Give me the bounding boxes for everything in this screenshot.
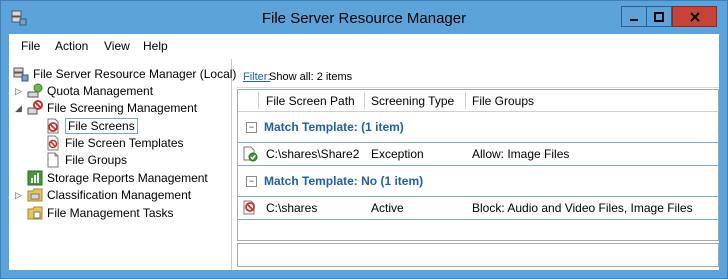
tree-item-root[interactable]: File Server Resource Manager (Local) — [13, 65, 236, 82]
tree-item-file-groups[interactable]: File Groups — [45, 151, 127, 168]
menu-view[interactable]: View — [104, 39, 130, 53]
navigation-tree: File Server Resource Manager (Local) ▷ Q… — [9, 59, 236, 270]
tree-item-label: File Screen Templates — [65, 135, 184, 150]
expand-icon[interactable]: ▷ — [15, 190, 22, 201]
tree-item-file-management-tasks[interactable]: File Management Tasks — [27, 204, 174, 221]
tree-item-label: File Groups — [65, 152, 128, 167]
template-icon — [45, 135, 61, 151]
group-title: Match Template: (1 item) — [264, 120, 404, 134]
group-header[interactable]: − Match Template: No (1 item) — [238, 170, 718, 192]
column-header-file-groups[interactable]: File Groups — [472, 94, 534, 108]
tree-item-file-screening-management[interactable]: File Screening Management — [27, 99, 197, 116]
menu-help[interactable]: Help — [143, 39, 168, 53]
tree-item-label: Classification Management — [47, 187, 192, 202]
group-title: Match Template: No (1 item) — [264, 174, 424, 188]
close-icon — [689, 11, 700, 22]
file-screen-management-icon — [27, 99, 43, 116]
file-screen-icon — [45, 118, 61, 134]
collapse-icon[interactable]: ◢ — [15, 103, 22, 114]
table-row[interactable]: C:\shares Active Block: Audio and Video … — [238, 196, 718, 220]
filter-link[interactable]: Filter: — [243, 71, 271, 83]
column-separator[interactable] — [258, 92, 259, 109]
column-header-screening-type[interactable]: Screening Type — [371, 94, 454, 108]
collapse-group-icon[interactable]: − — [246, 176, 257, 187]
filter-status: Show all: 2 items — [269, 71, 353, 83]
menu-bar: File Action View Help — [9, 34, 719, 60]
cell-path: C:\shares — [266, 201, 318, 215]
table-header: File Screen Path Screening Type File Gro… — [238, 90, 718, 112]
column-separator[interactable] — [364, 92, 365, 109]
menu-action[interactable]: Action — [55, 39, 88, 53]
collapse-group-icon[interactable]: − — [246, 122, 257, 133]
cell-file-groups: Allow: Image Files — [472, 147, 570, 161]
table-row[interactable]: C:\shares\Share2 Exception Allow: Image … — [238, 142, 718, 166]
tree-item-quota-management[interactable]: Quota Management — [27, 82, 153, 99]
minimize-icon — [630, 18, 638, 21]
filter-bar: Filter: Show all: 2 items — [237, 65, 719, 88]
tree-item-storage-reports-management[interactable]: Storage Reports Management — [27, 169, 208, 186]
maximize-icon — [654, 11, 664, 22]
tree-item-file-screen-templates[interactable]: File Screen Templates — [45, 134, 184, 151]
expand-icon[interactable]: ▷ — [15, 86, 22, 97]
tree-item-label: File Screening Management — [47, 100, 198, 115]
column-header-file-screen-path[interactable]: File Screen Path — [266, 94, 355, 108]
quota-icon — [27, 83, 43, 99]
document-icon — [45, 152, 61, 168]
window-title: File Server Resource Manager — [261, 10, 467, 27]
tree-item-label: File Screens — [65, 117, 138, 134]
cell-path: C:\shares\Share2 — [266, 147, 360, 161]
reports-icon — [27, 170, 43, 186]
close-button[interactable] — [672, 6, 717, 27]
file-screens-table: File Screen Path Screening Type File Gro… — [237, 89, 719, 241]
tree-item-file-screens[interactable]: File Screens — [45, 117, 138, 134]
cell-screening-type: Active — [371, 201, 404, 215]
classification-icon — [27, 187, 43, 203]
tree-item-classification-management[interactable]: Classification Management — [27, 186, 191, 203]
cell-file-groups: Block: Audio and Video Files, Image File… — [472, 201, 693, 215]
column-separator[interactable] — [465, 92, 466, 109]
tree-item-label: Quota Management — [47, 83, 154, 98]
maximize-button[interactable] — [646, 6, 672, 27]
results-pane: Filter: Show all: 2 items File Screen Pa… — [237, 59, 719, 270]
group-header[interactable]: − Match Template: (1 item) — [238, 116, 718, 138]
file-screen-active-icon — [242, 200, 258, 216]
description-pane — [237, 243, 719, 267]
tree-item-label: File Server Resource Manager (Local) — [33, 66, 237, 81]
minimize-button[interactable] — [621, 6, 647, 27]
tree-item-label: Storage Reports Management — [47, 170, 208, 185]
server-icon — [13, 66, 29, 82]
cell-screening-type: Exception — [371, 147, 424, 161]
file-screen-exception-icon — [242, 146, 258, 162]
main-content: File Server Resource Manager (Local) ▷ Q… — [9, 59, 719, 270]
tasks-icon — [27, 205, 43, 221]
title-bar[interactable]: File Server Resource Manager — [1, 1, 727, 34]
app-window: File Server Resource Manager File Action… — [0, 0, 728, 279]
menu-file[interactable]: File — [21, 39, 40, 53]
tree-item-label: File Management Tasks — [47, 205, 174, 220]
